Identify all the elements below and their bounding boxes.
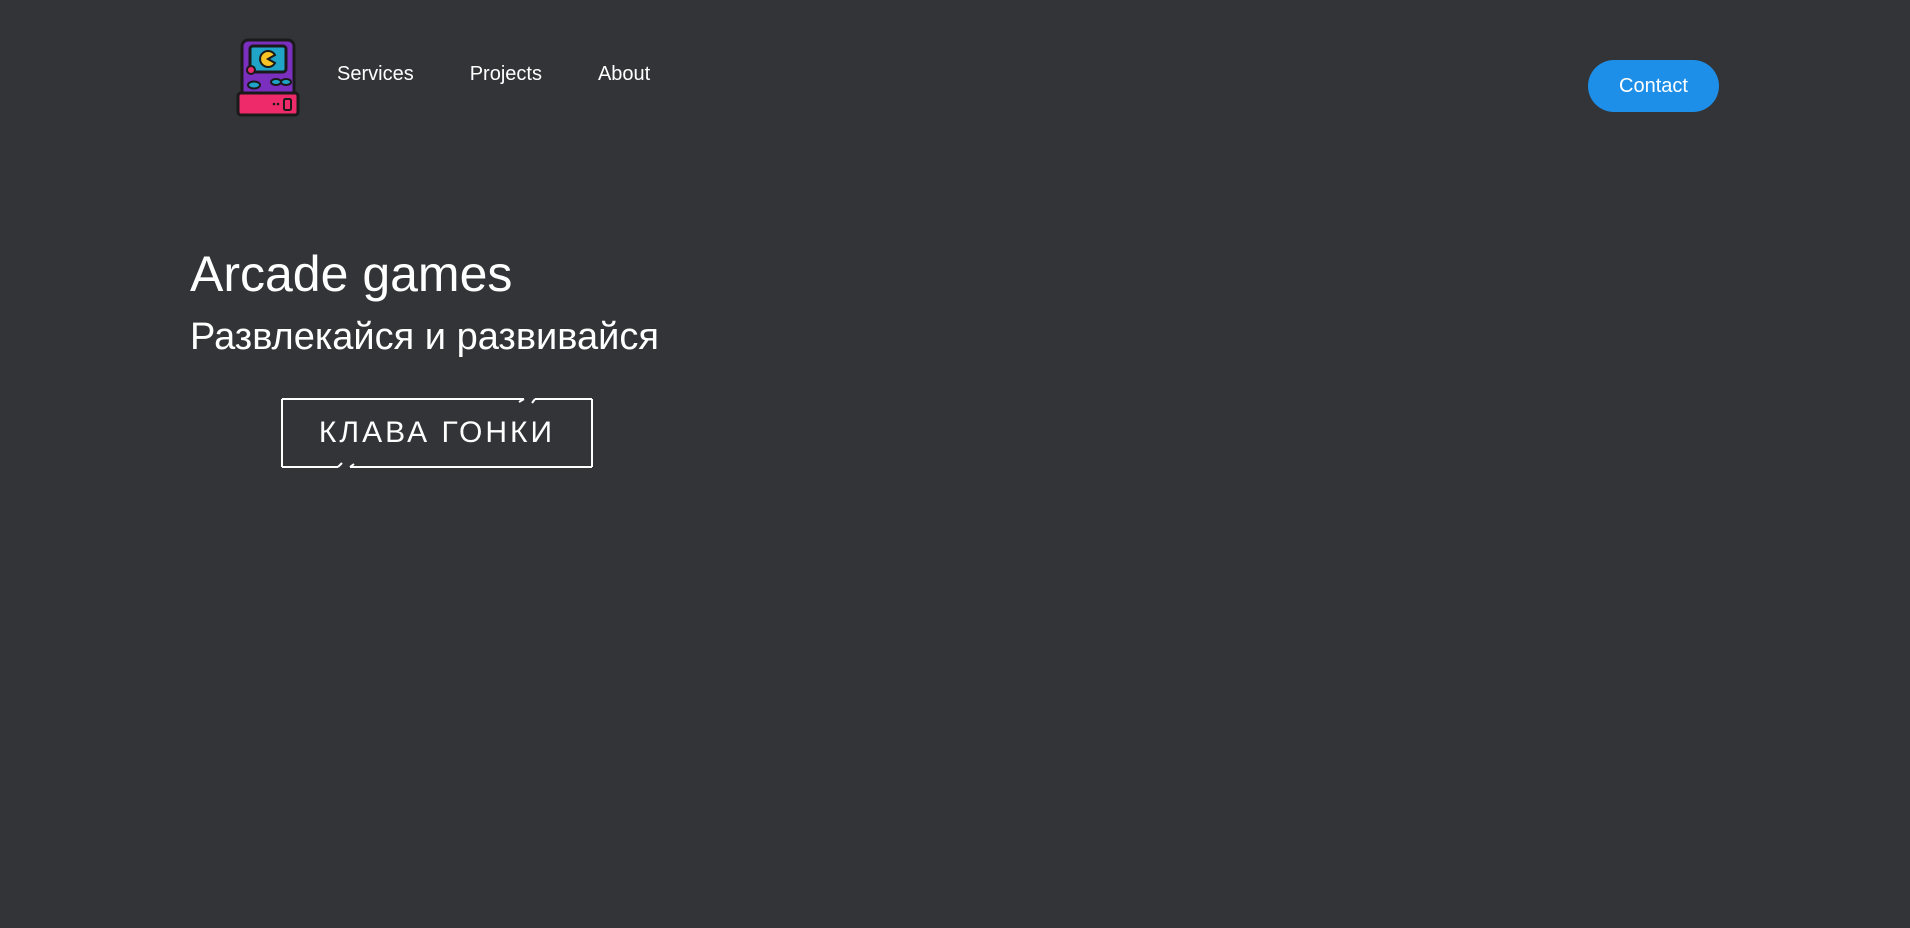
klava-gonki-button[interactable]: КЛАВА ГОНКИ <box>281 398 593 468</box>
main-nav: Services Projects About <box>337 62 706 86</box>
hero-title: Arcade games <box>190 246 513 302</box>
nav-link-projects[interactable]: Projects <box>470 62 542 86</box>
arcade-cabinet-icon[interactable] <box>236 37 300 117</box>
cta-label: КЛАВА ГОНКИ <box>318 416 556 449</box>
contact-button[interactable]: Contact <box>1588 60 1719 112</box>
nav-link-services[interactable]: Services <box>337 62 414 86</box>
site-header: Services Projects About Contact <box>0 0 1910 140</box>
nav-link-about[interactable]: About <box>598 62 650 86</box>
hero-subtitle: Развлекайся и развивайся <box>190 316 659 358</box>
